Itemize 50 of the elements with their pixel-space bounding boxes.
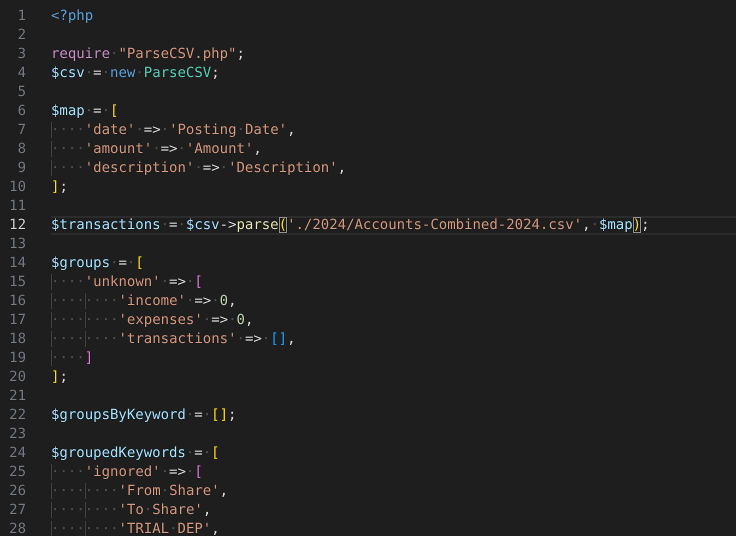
- code-line[interactable]: $csv·=·new·ParseCSV;: [51, 64, 736, 83]
- line-number: 27: [8, 501, 27, 520]
- line-number: 26: [8, 482, 27, 501]
- code-line[interactable]: ········'TRIAL·DEP',: [51, 520, 736, 536]
- line-number: 15: [8, 273, 27, 292]
- line-number: 22: [8, 406, 27, 425]
- code-line[interactable]: $groupsByKeyword·=·[];: [51, 406, 736, 425]
- code-line[interactable]: ····'amount'·=>·'Amount',: [51, 140, 736, 159]
- code-line[interactable]: <?php: [51, 7, 736, 26]
- line-number: 21: [8, 387, 27, 406]
- line-number: 8: [16, 140, 27, 159]
- line-number: 10: [8, 178, 27, 197]
- line-number: 24: [8, 444, 27, 463]
- code-line[interactable]: ········'From·Share',: [51, 482, 736, 501]
- line-number: 18: [8, 330, 27, 349]
- line-number: 1: [16, 7, 27, 26]
- line-number: 17: [8, 311, 27, 330]
- line-number: 13: [8, 235, 27, 254]
- line-number: 3: [16, 45, 27, 64]
- line-number: 14: [8, 254, 27, 273]
- line-number: 2: [16, 26, 27, 45]
- code-line[interactable]: $transactions·=·$csv->parse('./2024/Accounts-Combined-2024.csv',·$map);: [51, 216, 736, 235]
- line-number: 20: [8, 368, 27, 387]
- line-number: 6: [16, 102, 27, 121]
- code-line[interactable]: $groupedKeywords·=·[: [51, 444, 736, 463]
- code-line[interactable]: ········'income'·=>·0,: [51, 292, 736, 311]
- code-line[interactable]: ····'unknown'·=>·[: [51, 273, 736, 292]
- code-line[interactable]: ····'date'·=>·'Posting·Date',: [51, 121, 736, 140]
- code-line[interactable]: ····]: [51, 349, 736, 368]
- line-number: 23: [8, 425, 27, 444]
- line-number: 5: [16, 83, 27, 102]
- code-line[interactable]: ········'transactions'·=>·[],: [51, 330, 736, 349]
- code-line[interactable]: ········'expenses'·=>·0,: [51, 311, 736, 330]
- line-number: 11: [8, 197, 27, 216]
- code-line[interactable]: ····'ignored'·=>·[: [51, 463, 736, 482]
- code-line[interactable]: ····'description'·=>·'Description',: [51, 159, 736, 178]
- code-line[interactable]: require·"ParseCSV.php";: [51, 45, 736, 64]
- code-line[interactable]: ········'To·Share',: [51, 501, 736, 520]
- line-number: 25: [8, 463, 27, 482]
- line-number: 28: [8, 520, 27, 536]
- line-number: 16: [8, 292, 27, 311]
- line-number: 7: [16, 121, 27, 140]
- code-line[interactable]: $groups·=·[: [51, 254, 736, 273]
- code-line[interactable]: ];: [51, 178, 736, 197]
- line-number: 9: [16, 159, 27, 178]
- line-number: 12: [8, 216, 27, 235]
- code-line[interactable]: $map·=·[: [51, 102, 736, 121]
- line-number: 19: [8, 349, 27, 368]
- line-number: 4: [16, 64, 27, 83]
- code-line[interactable]: ];: [51, 368, 736, 387]
